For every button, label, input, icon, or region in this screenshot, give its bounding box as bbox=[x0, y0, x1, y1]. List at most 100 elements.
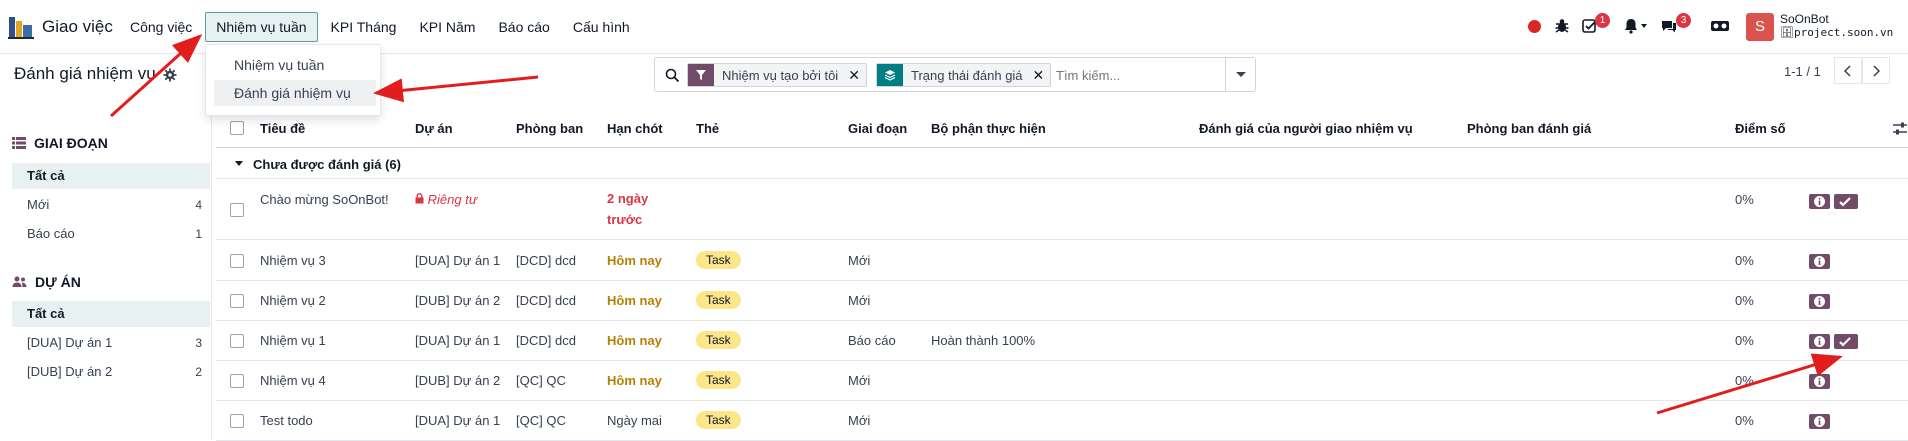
pager-value[interactable]: 1-1 / 1 bbox=[1784, 64, 1821, 79]
col-tags[interactable]: Thẻ bbox=[696, 121, 719, 136]
cell-unit: Hoàn thành 100% bbox=[931, 333, 1036, 348]
menu-nhiem-vu-tuan[interactable]: Nhiệm vụ tuần bbox=[205, 12, 318, 42]
info-button[interactable] bbox=[1809, 254, 1830, 269]
chevron-right-icon bbox=[1873, 65, 1880, 77]
cell-tag: Task bbox=[696, 331, 741, 349]
dropdown-item-task-evaluation[interactable]: Đánh giá nhiệm vụ bbox=[214, 80, 376, 106]
info-icon bbox=[1814, 196, 1825, 207]
col-assigner-eval[interactable]: Đánh giá của người giao nhiệm vụ bbox=[1199, 121, 1413, 136]
stage-item-all[interactable]: Tất cả bbox=[12, 163, 210, 189]
col-stage[interactable]: Giai đoạn bbox=[848, 121, 907, 136]
search-bar: Nhiệm vụ tạo bởi tôi ✕ Trạng thái đánh g… bbox=[654, 57, 1256, 92]
col-eval-dept[interactable]: Phòng ban đánh giá bbox=[1467, 121, 1591, 136]
menu-kpi-thang[interactable]: KPI Tháng bbox=[321, 12, 407, 42]
cell-project: [DUA] Dự án 1 bbox=[415, 413, 501, 428]
pager-previous-button[interactable] bbox=[1834, 57, 1862, 84]
select-all-checkbox[interactable] bbox=[230, 121, 244, 135]
cell-stage: Mới bbox=[848, 373, 871, 388]
table-row[interactable]: Chào mừng SoOnBot! Riêng tư 2 ngày trước … bbox=[216, 180, 1908, 240]
recording-dot-icon[interactable] bbox=[1528, 20, 1541, 33]
sliders-icon[interactable] bbox=[1893, 122, 1907, 135]
info-button[interactable] bbox=[1809, 334, 1830, 349]
search-icon[interactable] bbox=[665, 68, 680, 83]
stage-count: 1 bbox=[195, 227, 202, 241]
menu-dropdown: Nhiệm vụ tuần Đánh giá nhiệm vụ bbox=[205, 44, 381, 116]
menu-kpi-nam[interactable]: KPI Năm bbox=[409, 12, 485, 42]
cell-department: [DCD] dcd bbox=[516, 293, 576, 308]
evaluate-button[interactable] bbox=[1834, 194, 1858, 209]
row-checkbox[interactable] bbox=[230, 334, 244, 348]
col-deadline[interactable]: Hạn chót bbox=[607, 121, 663, 136]
stage-section-heading: GIAI ĐOẠN bbox=[12, 135, 108, 151]
info-button[interactable] bbox=[1809, 294, 1830, 309]
app-name[interactable]: Giao việc bbox=[42, 17, 113, 37]
stage-item-new[interactable]: Mới 4 bbox=[12, 192, 210, 218]
vr-glasses-icon[interactable] bbox=[1710, 17, 1730, 35]
app-logo-icon[interactable] bbox=[8, 14, 34, 40]
cell-title: Nhiệm vụ 3 bbox=[260, 253, 326, 268]
bell-icon[interactable] bbox=[1622, 17, 1640, 35]
table-row[interactable]: Nhiệm vụ 2 [DUB] Dự án 2 [DCD] dcd Hôm nay T… bbox=[216, 281, 1908, 321]
project-item-dua[interactable]: [DUA] Dự án 13 bbox=[12, 330, 210, 356]
info-icon bbox=[1814, 296, 1825, 307]
col-project[interactable]: Dự án bbox=[415, 121, 453, 136]
col-title[interactable]: Tiêu đề bbox=[260, 121, 305, 136]
table-row[interactable]: Nhiệm vụ 4 [DUB] Dự án 2 [QC] QC Hôm nay Tas… bbox=[216, 361, 1908, 401]
facet-label: Nhiệm vụ tạo bởi tôi bbox=[722, 67, 839, 83]
close-icon[interactable]: ✕ bbox=[846, 67, 866, 84]
layers-icon bbox=[877, 64, 903, 86]
cell-stage: Mới bbox=[848, 413, 871, 428]
search-input[interactable] bbox=[1056, 66, 1216, 84]
gear-icon[interactable] bbox=[163, 68, 177, 82]
cell-score: 0% bbox=[1735, 192, 1754, 207]
table-row[interactable]: Nhiệm vụ 3 [DUA] Dự án 1 [DCD] dcd Hôm nay T… bbox=[216, 241, 1908, 281]
cell-deadline: Hôm nay bbox=[607, 333, 662, 348]
user-name[interactable]: SoOnBot bbox=[1780, 12, 1829, 26]
col-department[interactable]: Phòng ban bbox=[516, 121, 583, 136]
cell-tag: Task bbox=[696, 411, 741, 429]
stage-item-report[interactable]: Báo cáo 1 bbox=[12, 221, 210, 247]
group-row-not-evaluated[interactable]: Chưa được đánh giá (6) bbox=[216, 149, 1908, 179]
evaluate-button[interactable] bbox=[1834, 334, 1858, 349]
list-header: Tiêu đề Dự án Phòng ban Hạn chót Thẻ Gia… bbox=[216, 108, 1908, 148]
table-row[interactable]: Test todo [DUA] Dự án 1 [QC] QC Ngày mai Tas… bbox=[216, 401, 1908, 441]
avatar[interactable]: S bbox=[1746, 13, 1774, 41]
menu-cau-hinh[interactable]: Cấu hình bbox=[563, 12, 640, 42]
chevron-left-icon bbox=[1844, 65, 1851, 77]
row-checkbox[interactable] bbox=[230, 374, 244, 388]
project-item-dub[interactable]: [DUB] Dự án 22 bbox=[12, 359, 210, 385]
filter-icon bbox=[688, 64, 714, 86]
row-checkbox[interactable] bbox=[230, 203, 244, 217]
row-checkbox[interactable] bbox=[230, 294, 244, 308]
facet-evaluation-status[interactable]: Trạng thái đánh giá ✕ bbox=[876, 63, 1052, 87]
cell-department: [QC] QC bbox=[516, 413, 566, 428]
info-icon bbox=[1814, 336, 1825, 347]
row-checkbox[interactable] bbox=[230, 414, 244, 428]
menu-cong-viec[interactable]: Công việc bbox=[120, 12, 202, 42]
project-count: 2 bbox=[195, 365, 202, 379]
check-icon bbox=[1839, 197, 1851, 207]
col-unit[interactable]: Bộ phận thực hiện bbox=[931, 121, 1046, 136]
cell-department: [DCD] dcd bbox=[516, 253, 576, 268]
project-item-all[interactable]: Tất cả bbox=[12, 301, 210, 327]
cell-deadline: Ngày mai bbox=[607, 413, 662, 428]
cell-tag: Task bbox=[696, 251, 741, 269]
cell-score: 0% bbox=[1735, 413, 1754, 428]
search-options-toggle[interactable] bbox=[1225, 58, 1255, 91]
row-checkbox[interactable] bbox=[230, 254, 244, 268]
info-button[interactable] bbox=[1809, 194, 1830, 209]
info-icon bbox=[1814, 376, 1825, 387]
facet-created-by-me[interactable]: Nhiệm vụ tạo bởi tôi ✕ bbox=[687, 63, 867, 87]
close-icon[interactable]: ✕ bbox=[1031, 67, 1051, 84]
group-label: Chưa được đánh giá (6) bbox=[253, 157, 401, 172]
dropdown-item-weekly-tasks[interactable]: Nhiệm vụ tuần bbox=[206, 52, 382, 78]
menu-bao-cao[interactable]: Báo cáo bbox=[488, 12, 559, 42]
bug-icon[interactable] bbox=[1553, 17, 1571, 35]
info-button[interactable] bbox=[1809, 414, 1830, 429]
table-row[interactable]: Nhiệm vụ 1 [DUA] Dự án 1 [DCD] dcd Hôm nay T… bbox=[216, 321, 1908, 361]
pager-next-button[interactable] bbox=[1862, 57, 1890, 84]
info-button[interactable] bbox=[1809, 374, 1830, 389]
bell-caret-icon bbox=[1641, 24, 1647, 28]
cell-deadline: Hôm nay bbox=[607, 253, 662, 268]
col-score[interactable]: Điểm số bbox=[1735, 121, 1786, 136]
